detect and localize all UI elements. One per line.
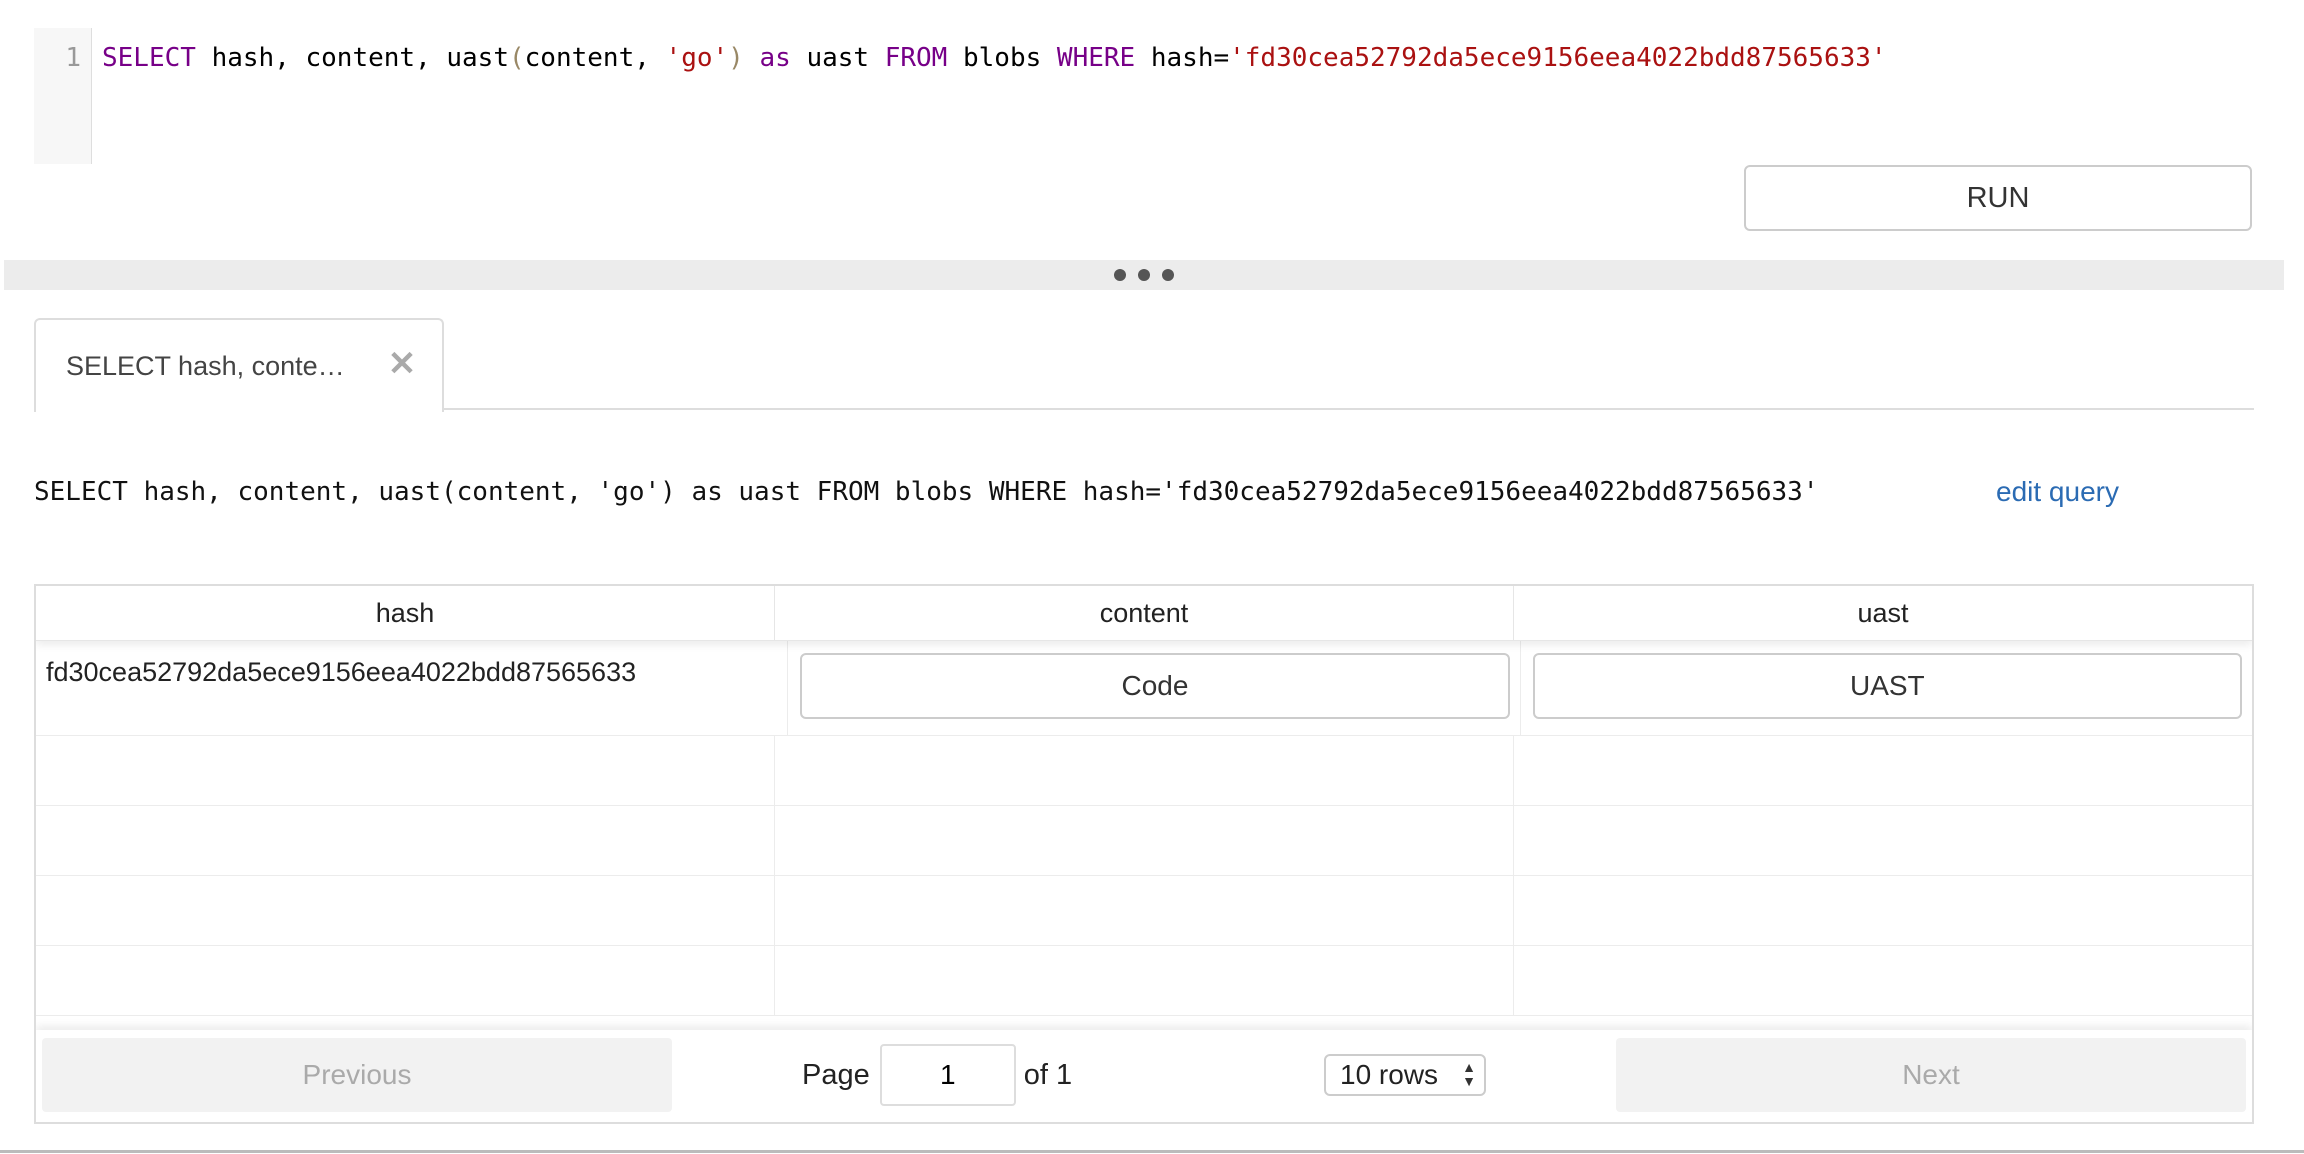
empty-cell [775,736,1514,805]
tab-label: SELECT hash, conte… [66,350,345,381]
code-token: hash, content, uast [195,43,509,73]
code-line[interactable]: SELECT hash, content, uast(content, 'go'… [92,28,1887,164]
content-cell: Code [788,641,1521,735]
empty-cell [1514,806,2252,875]
uast-cell: UAST [1521,641,2252,735]
code-token: SELECT [102,43,196,73]
pagination-bar: Previous Page of 1 10 rows ▲▼ Next [36,1030,2252,1122]
page-total: of 1 [1023,1058,1073,1091]
empty-cell [36,806,775,875]
empty-cell [36,946,775,1015]
code-token: WHERE [1056,43,1136,73]
code-token: uast [790,43,885,73]
run-button[interactable]: RUN [1744,165,2252,231]
table-row: fd30cea52792da5ece9156eea4022bdd87565633… [36,641,2252,736]
query-summary: SELECT hash, content, uast(content, 'go'… [34,472,2254,512]
page-jump: Page of 1 [802,1044,1072,1106]
table-body: fd30cea52792da5ece9156eea4022bdd87565633… [36,641,2252,1016]
edit-query-link[interactable]: edit query [1996,476,2119,508]
code-token: content, [524,43,666,73]
line-number-gutter: 1 [34,28,92,164]
sql-editor[interactable]: 1 SELECT hash, content, uast(content, 'g… [34,28,2254,164]
empty-cell [775,806,1514,875]
code-token: ( [509,43,525,73]
close-icon[interactable]: ✕ [386,347,418,381]
code-token: hash= [1135,43,1230,73]
column-header-content[interactable]: content [775,586,1514,640]
empty-row [36,736,2252,806]
page-label: Page [802,1058,870,1091]
empty-cell [1514,946,2252,1015]
next-button[interactable]: Next [1616,1038,2246,1112]
handle-dot-icon [1162,269,1174,281]
line-number: 1 [65,43,81,73]
code-button[interactable]: Code [800,653,1510,719]
rows-per-page-select[interactable]: 10 rows ▲ ▼ [1324,1054,1486,1096]
empty-cell [36,736,775,805]
previous-button[interactable]: Previous [42,1038,672,1112]
pane-resize-handle[interactable] [4,260,2284,290]
results-table: hash content uast fd30cea52792da5ece9156… [34,584,2254,1124]
result-tabs: SELECT hash, conte… ✕ [34,318,2254,412]
column-header-hash[interactable]: hash [36,586,775,640]
handle-dot-icon [1114,269,1126,281]
empty-row [36,946,2252,1016]
empty-cell [775,946,1514,1015]
uast-button[interactable]: UAST [1532,653,2242,719]
empty-cell [775,876,1514,945]
tab-query-result[interactable]: SELECT hash, conte… ✕ [34,318,444,412]
empty-row [36,876,2252,946]
page-number-input[interactable] [879,1044,1016,1106]
handle-dot-icon [1138,269,1150,281]
select-arrows-icon: ▲ ▼ [1462,1059,1476,1089]
table-header: hash content uast [36,586,2252,641]
code-token: FROM [884,43,948,73]
empty-cell [36,876,775,945]
code-token: as [759,43,791,73]
hash-cell: fd30cea52792da5ece9156eea4022bdd87565633 [36,641,789,735]
column-header-uast[interactable]: uast [1514,586,2252,640]
code-token: blobs [947,43,1057,73]
query-text: SELECT hash, content, uast(content, 'go'… [34,477,1819,507]
empty-cell [1514,876,2252,945]
code-token: 'fd30cea52792da5ece9156eea4022bdd8756563… [1229,43,1887,73]
code-token: ) [728,43,744,73]
rows-per-page-value: 10 rows [1340,1059,1439,1090]
code-token: 'go' [665,43,729,73]
empty-cell [1514,736,2252,805]
empty-row [36,806,2252,876]
window-bottom-border [0,1150,2304,1153]
